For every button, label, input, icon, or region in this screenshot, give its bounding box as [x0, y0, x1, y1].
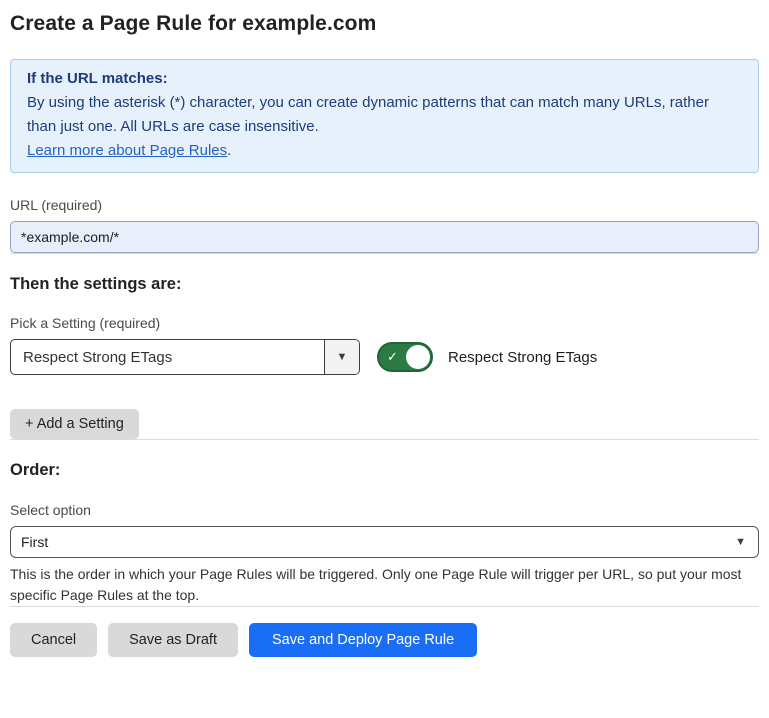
page-title: Create a Page Rule for example.com [10, 12, 759, 36]
order-section-heading: Order: [10, 461, 759, 480]
order-select-dropdown[interactable]: First ▼ [10, 526, 759, 558]
save-draft-button[interactable]: Save as Draft [108, 623, 238, 657]
url-input[interactable] [10, 221, 759, 253]
url-match-info-callout: If the URL matches: By using the asteris… [10, 59, 759, 173]
add-setting-button[interactable]: + Add a Setting [10, 409, 139, 439]
info-body-text: By using the asterisk (*) character, you… [27, 91, 742, 139]
setting-select-value: Respect Strong ETags [11, 340, 324, 374]
learn-more-link[interactable]: Learn more about Page Rules [27, 142, 227, 159]
setting-row: Respect Strong ETags ▼ ✓ Respect Strong … [10, 339, 759, 375]
toggle-label: Respect Strong ETags [448, 349, 597, 366]
chevron-down-icon: ▼ [735, 536, 746, 548]
save-deploy-button[interactable]: Save and Deploy Page Rule [249, 623, 477, 657]
footer-actions: Cancel Save as Draft Save and Deploy Pag… [10, 623, 759, 657]
create-page-rule-panel: Create a Page Rule for example.com If th… [0, 0, 769, 718]
setting-select-arrow-box[interactable]: ▼ [324, 340, 359, 374]
info-heading: If the URL matches: [27, 67, 742, 91]
cancel-button[interactable]: Cancel [10, 623, 97, 657]
divider [10, 439, 759, 440]
url-field-section: URL (required) [10, 197, 759, 253]
settings-section-heading: Then the settings are: [10, 275, 759, 294]
pick-setting-label: Pick a Setting (required) [10, 315, 759, 331]
setting-toggle-on[interactable]: ✓ [377, 342, 433, 372]
divider [10, 253, 759, 254]
url-field-label: URL (required) [10, 197, 759, 213]
setting-select-dropdown[interactable]: Respect Strong ETags ▼ [10, 339, 360, 375]
order-select-label: Select option [10, 502, 759, 518]
order-help-text: This is the order in which your Page Rul… [10, 564, 759, 606]
chevron-down-icon: ▼ [337, 351, 348, 363]
order-select-value: First [21, 534, 48, 550]
info-link-line: Learn more about Page Rules. [27, 139, 742, 163]
toggle-knob [406, 345, 430, 369]
link-suffix: . [227, 142, 231, 159]
check-icon: ✓ [387, 349, 398, 365]
divider [10, 606, 759, 607]
